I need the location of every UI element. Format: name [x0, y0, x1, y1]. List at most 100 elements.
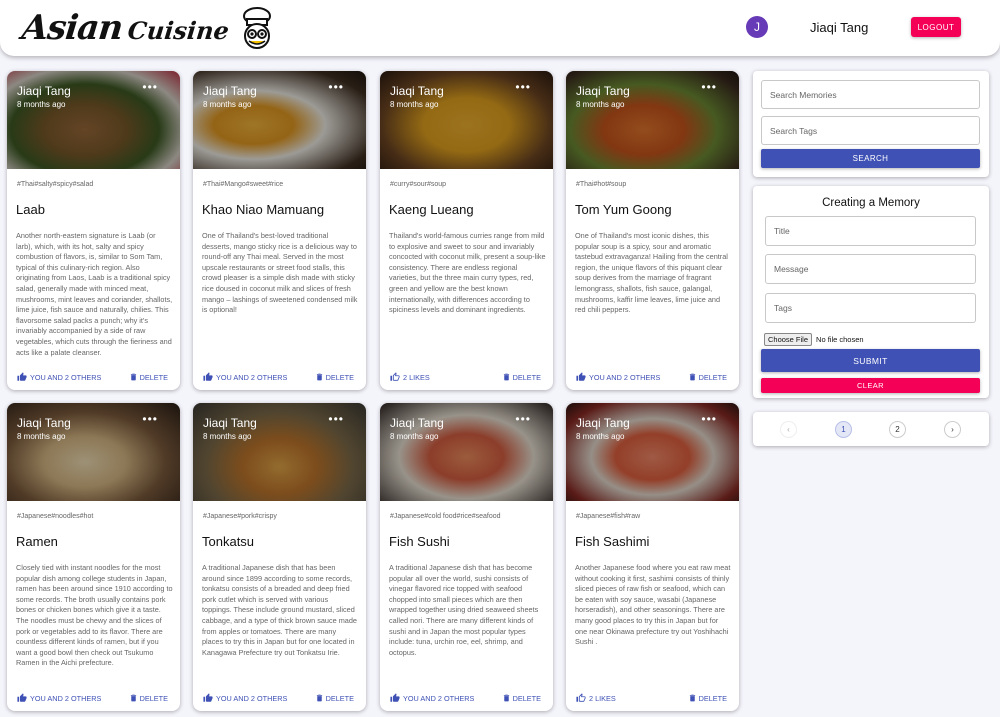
search-memories-input[interactable]: [762, 81, 979, 108]
delete-label: DELETE: [139, 372, 168, 382]
post-author: Jiaqi Tang: [203, 416, 257, 430]
more-options-icon[interactable]: •••: [701, 80, 717, 94]
like-button[interactable]: YOU AND 2 OTHERS: [17, 372, 101, 382]
more-options-icon[interactable]: •••: [328, 80, 344, 94]
more-options-icon[interactable]: •••: [328, 412, 344, 426]
delete-label: DELETE: [512, 693, 541, 703]
like-button[interactable]: YOU AND 2 OTHERS: [576, 372, 660, 382]
title-field[interactable]: [765, 216, 976, 246]
search-tags-field[interactable]: [761, 116, 980, 145]
delete-icon: [503, 694, 509, 702]
post-message: Another north-eastern signature is Laab …: [16, 231, 173, 357]
search-tags-input[interactable]: [762, 117, 979, 144]
post-time: 8 months ago: [576, 100, 625, 109]
chevron-right-icon[interactable]: ›: [944, 421, 961, 438]
delete-label: DELETE: [698, 372, 727, 382]
message-input[interactable]: [766, 255, 975, 283]
file-status: No file chosen: [816, 335, 864, 344]
post-message: One of Thailand's best-loved traditional…: [202, 231, 358, 315]
thumb-up-outline-icon: [576, 693, 586, 702]
delete-button[interactable]: DELETE: [315, 372, 354, 382]
message-field[interactable]: [765, 254, 976, 284]
delete-button[interactable]: DELETE: [502, 693, 541, 703]
post-title: Fish Sushi: [389, 534, 450, 549]
search-button[interactable]: SEARCH: [761, 149, 980, 168]
choose-file-button[interactable]: Choose File: [764, 333, 813, 346]
more-options-icon[interactable]: •••: [701, 412, 717, 426]
post-card[interactable]: Jiaqi Tang 8 months ago ••• #Thai#Mango#swe…: [193, 71, 366, 390]
more-options-icon[interactable]: •••: [142, 412, 158, 426]
post-time: 8 months ago: [17, 100, 66, 109]
post-card[interactable]: Jiaqi Tang 8 months ago ••• #Japanese#pork#…: [193, 403, 366, 711]
brand-title: AsianCuisine: [19, 8, 231, 48]
delete-button[interactable]: DELETE: [315, 693, 354, 703]
more-options-icon[interactable]: •••: [515, 412, 531, 426]
post-title: Kaeng Lueang: [389, 202, 474, 217]
more-options-icon[interactable]: •••: [142, 80, 158, 94]
delete-button[interactable]: DELETE: [502, 372, 541, 382]
create-memory-form: Creating a Memory Choose File No file ch…: [753, 186, 989, 398]
like-button[interactable]: YOU AND 2 OTHERS: [203, 372, 287, 382]
like-label: YOU AND 2 OTHERS: [403, 693, 475, 703]
chef-logo-icon: [243, 7, 272, 49]
like-label: YOU AND 2 OTHERS: [30, 693, 102, 703]
file-upload: Choose File No file chosen: [764, 333, 864, 346]
title-input[interactable]: [766, 217, 975, 245]
like-button[interactable]: YOU AND 2 OTHERS: [390, 693, 474, 703]
post-card[interactable]: Jiaqi Tang 8 months ago ••• #Japanese#noodl…: [7, 403, 180, 711]
logout-button[interactable]: LOGOUT: [911, 17, 961, 37]
post-card[interactable]: Jiaqi Tang 8 months ago ••• #curry#sour#sou…: [380, 71, 553, 390]
clear-button[interactable]: CLEAR: [761, 378, 980, 393]
page-button-2[interactable]: 2: [889, 421, 906, 438]
post-author: Jiaqi Tang: [576, 416, 630, 430]
post-title: Tonkatsu: [202, 534, 255, 549]
post-card[interactable]: Jiaqi Tang 8 months ago ••• #Japanese#fish#…: [566, 403, 739, 711]
delete-label: DELETE: [325, 693, 354, 703]
like-button[interactable]: 2 LIKES: [390, 372, 430, 382]
post-tags: #Thai#salty#spicy#salad: [17, 181, 94, 188]
thumb-up-icon: [203, 693, 213, 702]
delete-icon: [689, 373, 695, 381]
delete-button[interactable]: DELETE: [688, 372, 727, 382]
more-options-icon[interactable]: •••: [515, 80, 531, 94]
delete-button[interactable]: DELETE: [688, 693, 727, 703]
chevron-left-icon[interactable]: ‹: [780, 421, 797, 438]
post-card[interactable]: Jiaqi Tang 8 months ago ••• #Thai#salty#spi…: [7, 71, 180, 390]
tags-field[interactable]: [765, 293, 976, 323]
post-title: Fish Sashimi: [575, 534, 650, 549]
post-message: Thailand's world-famous curries range fr…: [389, 231, 546, 315]
post-card[interactable]: Jiaqi Tang 8 months ago ••• #Thai#hot#soup T…: [566, 71, 739, 390]
post-title: Khao Niao Mamuang: [202, 202, 325, 217]
avatar[interactable]: J: [746, 16, 768, 38]
tags-input[interactable]: [766, 294, 975, 322]
like-button[interactable]: YOU AND 2 OTHERS: [203, 693, 287, 703]
post-message: One of Thailand's most iconic dishes, th…: [575, 231, 728, 315]
pagination: ‹ 1 2 ›: [753, 412, 989, 446]
like-button[interactable]: YOU AND 2 OTHERS: [17, 693, 101, 703]
like-label: 2 LIKES: [589, 693, 616, 703]
username: Jiaqi Tang: [810, 20, 869, 35]
post-time: 8 months ago: [576, 432, 625, 441]
like-label: YOU AND 2 OTHERS: [589, 372, 661, 382]
thumb-up-icon: [203, 372, 213, 381]
post-tags: #Japanese#pork#crispy: [203, 513, 277, 520]
submit-button[interactable]: SUBMIT: [761, 349, 980, 372]
delete-label: DELETE: [512, 372, 541, 382]
brand-logo[interactable]: AsianCuisine: [19, 7, 277, 49]
delete-button[interactable]: DELETE: [129, 693, 168, 703]
delete-icon: [503, 373, 509, 381]
page-button-1[interactable]: 1: [835, 421, 852, 438]
post-time: 8 months ago: [17, 432, 66, 441]
search-memories-field[interactable]: [761, 80, 980, 109]
delete-button[interactable]: DELETE: [129, 372, 168, 382]
post-time: 8 months ago: [203, 100, 252, 109]
post-message: A traditional Japanese dish that has bee…: [202, 563, 357, 657]
post-author: Jiaqi Tang: [390, 416, 444, 430]
like-label: YOU AND 2 OTHERS: [216, 372, 288, 382]
delete-label: DELETE: [698, 693, 727, 703]
delete-label: DELETE: [139, 693, 168, 703]
post-message: A traditional Japanese dish that has bec…: [389, 563, 539, 657]
like-label: YOU AND 2 OTHERS: [216, 693, 288, 703]
like-button[interactable]: 2 LIKES: [576, 693, 616, 703]
post-card[interactable]: Jiaqi Tang 8 months ago ••• #Japanese#cold …: [380, 403, 553, 711]
